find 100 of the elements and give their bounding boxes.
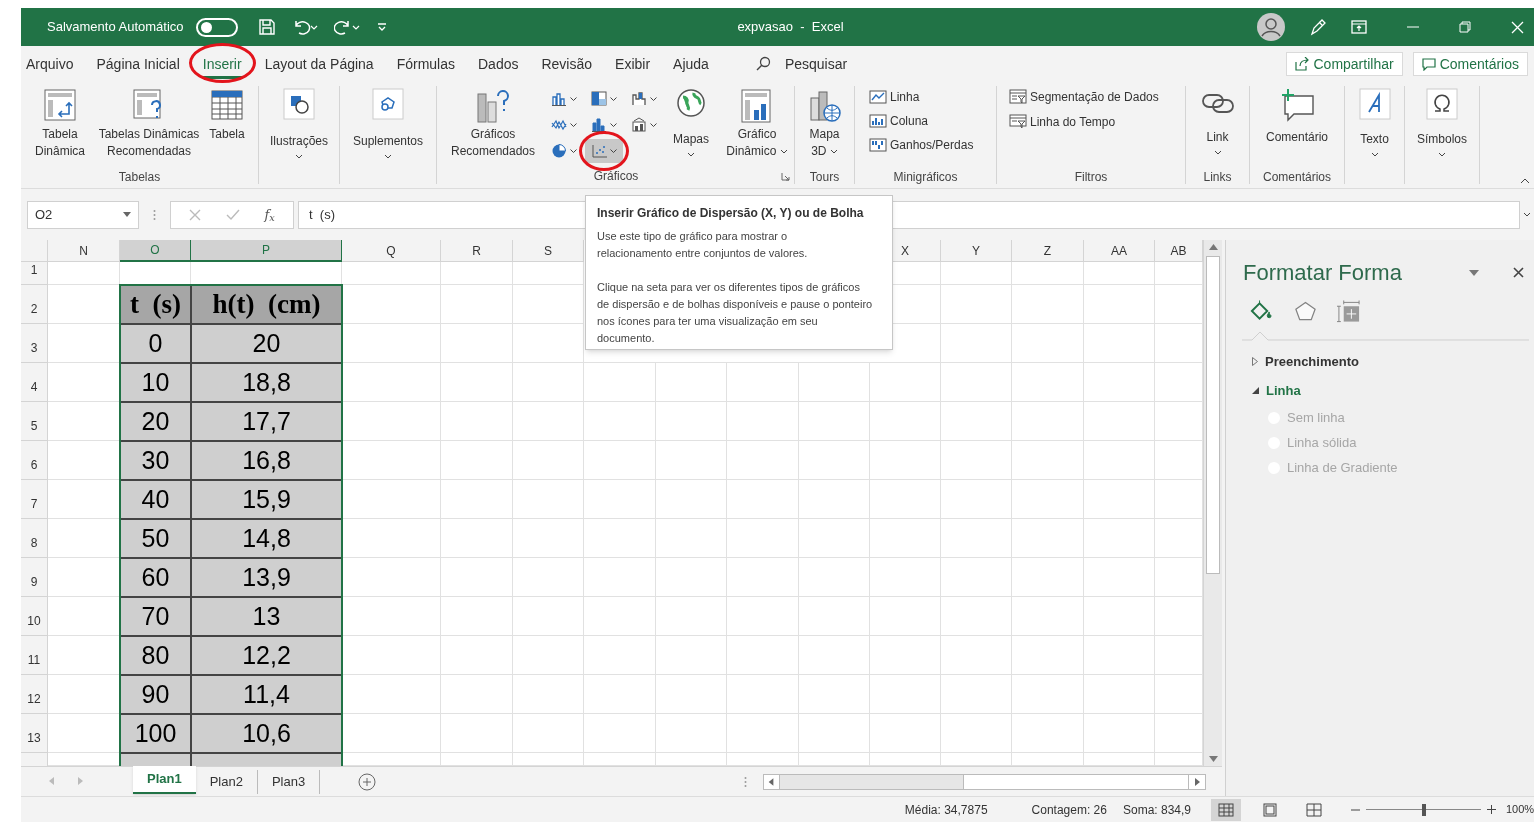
scroll-down-icon[interactable] xyxy=(1208,756,1218,762)
cell[interactable] xyxy=(584,480,656,519)
cell[interactable] xyxy=(1012,558,1084,597)
cell[interactable] xyxy=(342,402,441,441)
row-header[interactable]: 9 xyxy=(21,558,48,597)
illustrations-button[interactable]: Ilustrações xyxy=(270,88,328,159)
menu-tab[interactable]: Página Inicial xyxy=(96,49,180,79)
cell[interactable] xyxy=(727,519,799,558)
pen-icon[interactable] xyxy=(1309,18,1327,36)
cell[interactable] xyxy=(870,519,941,558)
scrollbar-thumb[interactable] xyxy=(1206,256,1220,574)
row-header[interactable]: 11 xyxy=(21,636,48,675)
cell[interactable] xyxy=(941,714,1012,753)
search-field[interactable]: Pesquisar xyxy=(784,53,848,75)
menu-tab[interactable]: Dados xyxy=(478,49,519,79)
collapse-ribbon-icon[interactable] xyxy=(1520,178,1530,184)
cell[interactable] xyxy=(870,675,941,714)
row-header[interactable]: 12 xyxy=(21,675,48,714)
restore-icon[interactable] xyxy=(1459,21,1471,33)
cell[interactable] xyxy=(870,480,941,519)
share-button[interactable]: Compartilhar xyxy=(1286,52,1403,76)
row-header[interactable]: 4 xyxy=(21,363,48,402)
cell[interactable] xyxy=(656,714,727,753)
maps-button[interactable]: Mapas xyxy=(667,88,715,157)
scroll-up-icon[interactable] xyxy=(1208,244,1218,250)
cell[interactable] xyxy=(342,714,441,753)
cell[interactable] xyxy=(799,363,870,402)
cell[interactable] xyxy=(799,519,870,558)
cell[interactable] xyxy=(1084,714,1155,753)
cell[interactable] xyxy=(342,519,441,558)
expand-icon[interactable] xyxy=(1523,212,1531,217)
ribbon-display-icon[interactable] xyxy=(1351,20,1367,34)
cell[interactable] xyxy=(1012,262,1084,285)
cell[interactable] xyxy=(513,324,584,363)
column-header[interactable]: AB xyxy=(1155,240,1203,262)
cell[interactable] xyxy=(1084,480,1155,519)
cell[interactable] xyxy=(941,636,1012,675)
cell[interactable] xyxy=(441,285,513,324)
cell[interactable] xyxy=(441,597,513,636)
section-header[interactable]: Preenchimento xyxy=(1252,347,1534,376)
cell[interactable] xyxy=(941,285,1012,324)
cell[interactable] xyxy=(656,558,727,597)
view-button[interactable] xyxy=(1211,798,1241,821)
cell[interactable] xyxy=(656,636,727,675)
row-header[interactable]: 10 xyxy=(21,597,48,636)
column-header[interactable]: Z xyxy=(1012,240,1084,262)
search-icon[interactable] xyxy=(754,56,771,72)
minimize-icon[interactable] xyxy=(1407,26,1419,28)
zoom-in-icon[interactable] xyxy=(1487,805,1496,814)
cell[interactable] xyxy=(1012,480,1084,519)
cell[interactable] xyxy=(441,480,513,519)
cell[interactable] xyxy=(513,714,584,753)
comments-button[interactable]: Comentários xyxy=(1412,52,1528,76)
cell[interactable] xyxy=(799,675,870,714)
cell[interactable] xyxy=(1084,402,1155,441)
cell[interactable] xyxy=(1084,636,1155,675)
cell[interactable] xyxy=(513,558,584,597)
cell[interactable] xyxy=(513,597,584,636)
cell[interactable] xyxy=(513,636,584,675)
cell[interactable] xyxy=(441,519,513,558)
cell[interactable] xyxy=(513,441,584,480)
cell[interactable] xyxy=(342,363,441,402)
close-icon[interactable] xyxy=(1513,267,1524,278)
scrollbar-thumb[interactable] xyxy=(963,775,1189,789)
cell[interactable] xyxy=(656,675,727,714)
cell[interactable] xyxy=(342,285,441,324)
zoom-level[interactable]: 100% xyxy=(1506,801,1534,818)
cell[interactable] xyxy=(513,363,584,402)
cell[interactable] xyxy=(799,402,870,441)
cell[interactable] xyxy=(870,558,941,597)
column-header[interactable]: S xyxy=(513,240,584,262)
column-header[interactable]: AA xyxy=(1084,240,1155,262)
cell[interactable] xyxy=(727,441,799,480)
column-header[interactable]: N xyxy=(48,240,120,262)
cell[interactable] xyxy=(441,324,513,363)
cell[interactable] xyxy=(1084,285,1155,324)
cell[interactable] xyxy=(1084,441,1155,480)
menu-tab[interactable]: Fórmulas xyxy=(396,49,455,79)
cell[interactable] xyxy=(1012,714,1084,753)
cell[interactable] xyxy=(1012,324,1084,363)
cancel-icon[interactable] xyxy=(189,208,202,221)
cell[interactable] xyxy=(342,636,441,675)
cell[interactable] xyxy=(584,441,656,480)
zoom-out-icon[interactable] xyxy=(1351,808,1360,811)
cell[interactable] xyxy=(441,363,513,402)
prev-sheet-icon[interactable] xyxy=(49,777,55,785)
cell[interactable] xyxy=(941,480,1012,519)
cell[interactable] xyxy=(1084,363,1155,402)
row-header[interactable]: 5 xyxy=(21,402,48,441)
cell[interactable] xyxy=(584,636,656,675)
slicer-button[interactable]: Segmentação de Dados xyxy=(1009,88,1185,106)
insert-function-button[interactable]: f$_{x}$ xyxy=(264,204,275,225)
cell[interactable] xyxy=(727,636,799,675)
cell[interactable] xyxy=(799,714,870,753)
cell[interactable] xyxy=(441,558,513,597)
cell[interactable] xyxy=(1084,262,1155,285)
cell[interactable] xyxy=(1084,675,1155,714)
menu-tab[interactable]: Inserir xyxy=(202,49,242,79)
row-header[interactable]: 7 xyxy=(21,480,48,519)
cell[interactable] xyxy=(584,558,656,597)
